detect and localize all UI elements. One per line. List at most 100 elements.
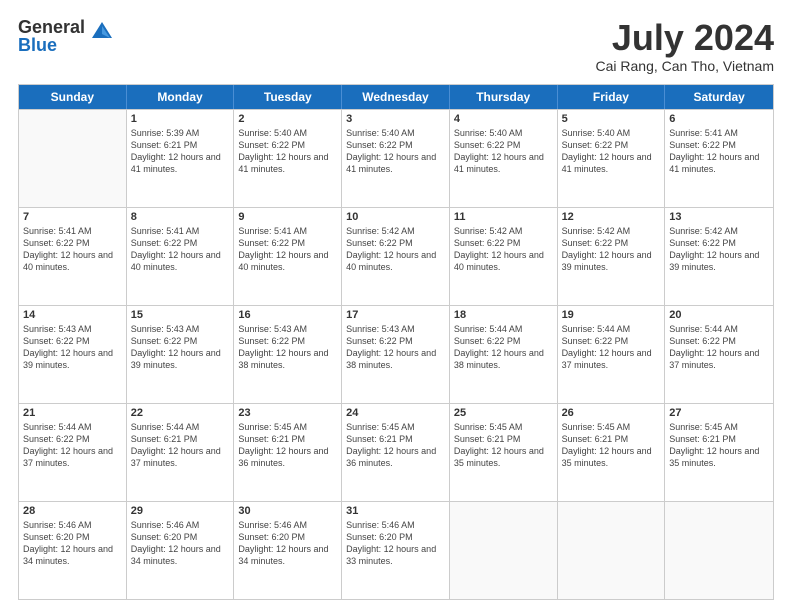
day-info: Sunrise: 5:45 AM Sunset: 6:21 PM Dayligh…: [562, 421, 661, 470]
header-day-sunday: Sunday: [19, 85, 127, 109]
day-number: 12: [562, 211, 661, 223]
day-info: Sunrise: 5:45 AM Sunset: 6:21 PM Dayligh…: [669, 421, 769, 470]
day-cell-20: 20 Sunrise: 5:44 AM Sunset: 6:22 PM Dayli…: [665, 306, 773, 403]
day-cell-6: 6 Sunrise: 5:41 AM Sunset: 6:22 PM Daylig…: [665, 110, 773, 207]
day-info: Sunrise: 5:43 AM Sunset: 6:22 PM Dayligh…: [346, 323, 445, 372]
day-number: 8: [131, 211, 230, 223]
day-info: Sunrise: 5:44 AM Sunset: 6:22 PM Dayligh…: [454, 323, 553, 372]
title-block: July 2024 Cai Rang, Can Tho, Vietnam: [596, 18, 774, 74]
day-info: Sunrise: 5:43 AM Sunset: 6:22 PM Dayligh…: [23, 323, 122, 372]
day-number: 30: [238, 505, 337, 517]
day-number: 13: [669, 211, 769, 223]
day-cell-14: 14 Sunrise: 5:43 AM Sunset: 6:22 PM Dayli…: [19, 306, 127, 403]
day-info: Sunrise: 5:46 AM Sunset: 6:20 PM Dayligh…: [238, 519, 337, 568]
day-number: 10: [346, 211, 445, 223]
day-info: Sunrise: 5:44 AM Sunset: 6:22 PM Dayligh…: [669, 323, 769, 372]
day-info: Sunrise: 5:44 AM Sunset: 6:21 PM Dayligh…: [131, 421, 230, 470]
week-row-4: 21Sunrise: 5:44 AM Sunset: 6:22 PM Dayli…: [19, 403, 773, 501]
day-number: 19: [562, 309, 661, 321]
day-cell-18: 18Sunrise: 5:44 AM Sunset: 6:22 PM Dayli…: [450, 306, 558, 403]
header-day-tuesday: Tuesday: [234, 85, 342, 109]
week-row-2: 7Sunrise: 5:41 AM Sunset: 6:22 PM Daylig…: [19, 207, 773, 305]
day-cell-22: 22 Sunrise: 5:44 AM Sunset: 6:21 PM Dayli…: [127, 404, 235, 501]
logo-text: General Blue: [18, 18, 85, 54]
day-info: Sunrise: 5:41 AM Sunset: 6:22 PM Dayligh…: [131, 225, 230, 274]
day-number: 1: [131, 113, 230, 125]
day-number: 16: [238, 309, 337, 321]
empty-cell: [558, 502, 666, 599]
day-info: Sunrise: 5:45 AM Sunset: 6:21 PM Dayligh…: [454, 421, 553, 470]
logo: General Blue: [18, 18, 116, 54]
day-cell-17: 17 Sunrise: 5:43 AM Sunset: 6:22 PM Dayli…: [342, 306, 450, 403]
day-number: 6: [669, 113, 769, 125]
day-info: Sunrise: 5:46 AM Sunset: 6:20 PM Dayligh…: [346, 519, 445, 568]
day-cell-28: 28Sunrise: 5:46 AM Sunset: 6:20 PM Dayli…: [19, 502, 127, 599]
location: Cai Rang, Can Tho, Vietnam: [596, 58, 774, 74]
week-row-3: 14 Sunrise: 5:43 AM Sunset: 6:22 PM Dayli…: [19, 305, 773, 403]
day-info: Sunrise: 5:44 AM Sunset: 6:22 PM Dayligh…: [562, 323, 661, 372]
day-cell-12: 12Sunrise: 5:42 AM Sunset: 6:22 PM Dayli…: [558, 208, 666, 305]
day-number: 22: [131, 407, 230, 419]
day-cell-9: 9Sunrise: 5:41 AM Sunset: 6:22 PM Daylig…: [234, 208, 342, 305]
calendar: SundayMondayTuesdayWednesdayThursdayFrid…: [18, 84, 774, 600]
header-day-monday: Monday: [127, 85, 235, 109]
day-cell-3: 3Sunrise: 5:40 AM Sunset: 6:22 PM Daylig…: [342, 110, 450, 207]
day-cell-26: 26 Sunrise: 5:45 AM Sunset: 6:21 PM Dayli…: [558, 404, 666, 501]
empty-cell: [19, 110, 127, 207]
day-cell-7: 7Sunrise: 5:41 AM Sunset: 6:22 PM Daylig…: [19, 208, 127, 305]
page: General Blue July 2024 Cai Rang, Can Tho…: [0, 0, 792, 612]
day-info: Sunrise: 5:46 AM Sunset: 6:20 PM Dayligh…: [23, 519, 122, 568]
day-number: 21: [23, 407, 122, 419]
day-number: 23: [238, 407, 337, 419]
day-cell-27: 27 Sunrise: 5:45 AM Sunset: 6:21 PM Dayli…: [665, 404, 773, 501]
day-info: Sunrise: 5:42 AM Sunset: 6:22 PM Dayligh…: [346, 225, 445, 274]
day-number: 17: [346, 309, 445, 321]
day-info: Sunrise: 5:40 AM Sunset: 6:22 PM Dayligh…: [238, 127, 337, 176]
day-info: Sunrise: 5:40 AM Sunset: 6:22 PM Dayligh…: [454, 127, 553, 176]
day-number: 27: [669, 407, 769, 419]
day-info: Sunrise: 5:41 AM Sunset: 6:22 PM Dayligh…: [669, 127, 769, 176]
day-info: Sunrise: 5:39 AM Sunset: 6:21 PM Dayligh…: [131, 127, 230, 176]
day-info: Sunrise: 5:41 AM Sunset: 6:22 PM Dayligh…: [23, 225, 122, 274]
day-cell-4: 4 Sunrise: 5:40 AM Sunset: 6:22 PM Daylig…: [450, 110, 558, 207]
day-info: Sunrise: 5:45 AM Sunset: 6:21 PM Dayligh…: [238, 421, 337, 470]
day-cell-30: 30 Sunrise: 5:46 AM Sunset: 6:20 PM Dayli…: [234, 502, 342, 599]
day-info: Sunrise: 5:40 AM Sunset: 6:22 PM Dayligh…: [562, 127, 661, 176]
day-number: 15: [131, 309, 230, 321]
day-cell-25: 25 Sunrise: 5:45 AM Sunset: 6:21 PM Dayli…: [450, 404, 558, 501]
header-day-thursday: Thursday: [450, 85, 558, 109]
day-cell-1: 1 Sunrise: 5:39 AM Sunset: 6:21 PM Daylig…: [127, 110, 235, 207]
day-cell-29: 29 Sunrise: 5:46 AM Sunset: 6:20 PM Dayli…: [127, 502, 235, 599]
day-info: Sunrise: 5:41 AM Sunset: 6:22 PM Dayligh…: [238, 225, 337, 274]
day-cell-13: 13 Sunrise: 5:42 AM Sunset: 6:22 PM Dayli…: [665, 208, 773, 305]
day-number: 29: [131, 505, 230, 517]
day-cell-5: 5Sunrise: 5:40 AM Sunset: 6:22 PM Daylig…: [558, 110, 666, 207]
day-info: Sunrise: 5:42 AM Sunset: 6:22 PM Dayligh…: [669, 225, 769, 274]
day-cell-24: 24Sunrise: 5:45 AM Sunset: 6:21 PM Dayli…: [342, 404, 450, 501]
day-info: Sunrise: 5:43 AM Sunset: 6:22 PM Dayligh…: [238, 323, 337, 372]
day-number: 11: [454, 211, 553, 223]
calendar-header: SundayMondayTuesdayWednesdayThursdayFrid…: [19, 85, 773, 109]
logo-blue: Blue: [18, 36, 85, 54]
day-cell-10: 10 Sunrise: 5:42 AM Sunset: 6:22 PM Dayli…: [342, 208, 450, 305]
day-info: Sunrise: 5:45 AM Sunset: 6:21 PM Dayligh…: [346, 421, 445, 470]
day-number: 2: [238, 113, 337, 125]
logo-general: General: [18, 18, 85, 36]
day-cell-19: 19 Sunrise: 5:44 AM Sunset: 6:22 PM Dayli…: [558, 306, 666, 403]
day-number: 3: [346, 113, 445, 125]
header-day-wednesday: Wednesday: [342, 85, 450, 109]
month-year: July 2024: [596, 18, 774, 58]
day-info: Sunrise: 5:46 AM Sunset: 6:20 PM Dayligh…: [131, 519, 230, 568]
day-cell-8: 8 Sunrise: 5:41 AM Sunset: 6:22 PM Daylig…: [127, 208, 235, 305]
day-cell-11: 11Sunrise: 5:42 AM Sunset: 6:22 PM Dayli…: [450, 208, 558, 305]
day-number: 26: [562, 407, 661, 419]
day-number: 25: [454, 407, 553, 419]
empty-cell: [450, 502, 558, 599]
header: General Blue July 2024 Cai Rang, Can Tho…: [18, 18, 774, 74]
day-number: 20: [669, 309, 769, 321]
day-cell-21: 21Sunrise: 5:44 AM Sunset: 6:22 PM Dayli…: [19, 404, 127, 501]
day-number: 4: [454, 113, 553, 125]
day-cell-16: 16 Sunrise: 5:43 AM Sunset: 6:22 PM Dayli…: [234, 306, 342, 403]
day-number: 14: [23, 309, 122, 321]
week-row-1: 1 Sunrise: 5:39 AM Sunset: 6:21 PM Daylig…: [19, 109, 773, 207]
